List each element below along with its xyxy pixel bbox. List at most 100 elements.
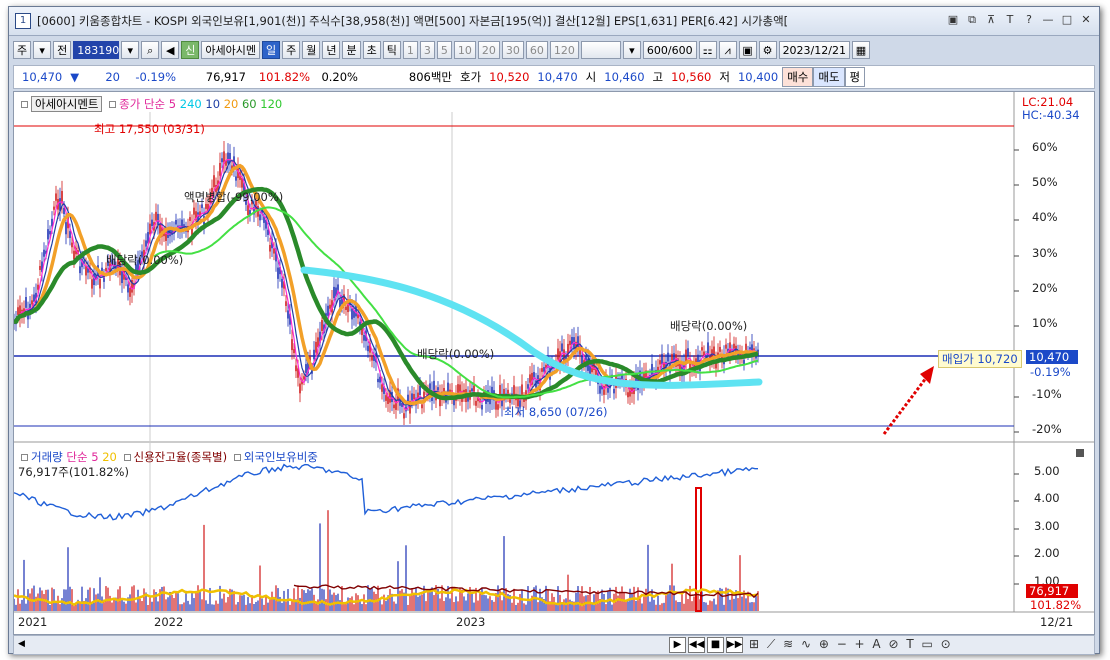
y-tick-40: 40% — [1032, 210, 1058, 224]
candle-body — [293, 349, 295, 354]
candle-body — [701, 347, 703, 351]
legend-ma-10[interactable]: 10 — [205, 97, 220, 111]
y-tick-30: 30% — [1032, 246, 1058, 260]
tab-minute[interactable]: 분 — [342, 41, 361, 59]
copy-window-icon[interactable]: ⧉ — [965, 13, 979, 27]
scroll-left-icon[interactable]: ◀ — [18, 639, 26, 649]
period-select[interactable]: 전 — [53, 41, 72, 59]
legend-vol-ma-5[interactable]: 5 — [91, 450, 98, 464]
tab-tick[interactable]: 틱 — [382, 41, 401, 59]
tab-second[interactable]: 초 — [362, 41, 381, 59]
stock-tab[interactable]: 아세아시멘트 — [31, 96, 103, 112]
close-icon[interactable]: ✕ — [1079, 13, 1093, 27]
legend-close[interactable]: 종가 — [119, 97, 140, 111]
legend-vol-ma-20[interactable]: 20 — [102, 450, 117, 464]
chart-scrollbar[interactable]: ◀ ▶ ◀◀ ■ ▶▶ ⊞ ⟋ ≋ ∿ ⊕ − + A ⊘ T ▭ ⊙ — [13, 635, 1095, 655]
sell-button[interactable]: 매도 — [813, 67, 845, 87]
open-price: 10,460 — [604, 70, 645, 84]
interval-3[interactable]: 3 — [419, 41, 435, 59]
legend-ma-5[interactable]: 5 — [169, 97, 176, 111]
indicator-icon[interactable]: ⩘ — [718, 41, 737, 59]
legend-square-icon — [109, 101, 117, 108]
interval-5[interactable]: 5 — [436, 41, 452, 59]
stock-name-field[interactable]: 아세아시멘 — [201, 41, 260, 59]
candle-body — [613, 388, 615, 394]
legend-credit[interactable]: 신용잔고율(종목별) — [134, 450, 228, 464]
legend-ma-type[interactable]: 단순 — [144, 97, 165, 111]
candle-body — [333, 286, 335, 299]
calendar-icon[interactable]: ▦ — [851, 41, 870, 59]
candle-body — [63, 207, 65, 215]
interval-20[interactable]: 20 — [477, 41, 500, 59]
tab-week[interactable]: 주 — [282, 41, 301, 59]
legend-ma-20[interactable]: 20 — [224, 97, 239, 111]
candle-body — [73, 250, 75, 260]
event-split: 액면병합(-99.00%) — [184, 190, 284, 204]
candle-body — [47, 229, 49, 240]
date-input[interactable]: 2023/12/21 — [778, 41, 850, 59]
legend-ma-60[interactable]: 60 — [242, 97, 257, 111]
font-icon[interactable]: T — [1003, 13, 1017, 27]
interval-custom-input[interactable] — [580, 41, 621, 59]
volume-current: 76,917주(101.82%) — [18, 465, 129, 479]
candle-body — [295, 365, 297, 372]
chart-area[interactable]: 아세아시멘트 종가 단순 5 240 10 20 60 120 LC:21.04… — [13, 91, 1095, 635]
drawing-tools[interactable]: ⊞ ⟋ ≋ ∿ ⊕ − + A ⊘ T ▭ ⊙ — [749, 637, 953, 652]
candle-body — [453, 399, 455, 406]
code-dropdown-icon[interactable]: ▾ — [121, 41, 140, 59]
candle-body — [471, 388, 473, 392]
price-change: 20 — [105, 70, 120, 84]
rewind-icon[interactable]: ◀◀ — [688, 637, 705, 653]
chart-canvas[interactable] — [14, 92, 1094, 634]
help-icon[interactable]: ? — [1022, 13, 1036, 27]
candle-body — [91, 279, 93, 289]
candle-body — [685, 349, 687, 362]
legend-ma-240[interactable]: 240 — [180, 97, 202, 111]
bar-count-input[interactable]: 600/600 — [642, 41, 697, 59]
window-number[interactable]: 1 — [15, 13, 31, 29]
candle-body — [175, 219, 177, 225]
save-icon[interactable]: ▣ — [738, 41, 757, 59]
buy-button[interactable]: 매수 — [782, 67, 814, 87]
stop-icon[interactable]: ■ — [707, 637, 724, 653]
tab-year[interactable]: 년 — [322, 41, 341, 59]
interval-30[interactable]: 30 — [501, 41, 524, 59]
play-icon[interactable]: ▶ — [669, 637, 686, 653]
x-label-2023: 2023 — [456, 615, 486, 629]
candle-body — [475, 400, 477, 406]
maximize-icon[interactable]: □ — [1060, 13, 1074, 27]
candle-body — [247, 205, 249, 216]
toolbar: 주 ▾ 전 183190 ▾ ⌕ ◀ 신 아세아시멘 일 주 월 년 분 초 틱… — [9, 37, 1103, 63]
candle-body — [287, 310, 289, 319]
minimize-icon[interactable]: — — [1041, 13, 1055, 27]
gear-icon[interactable]: ⚙ — [758, 41, 777, 59]
candle-body — [99, 278, 101, 289]
chevron-down-icon[interactable]: ▾ — [33, 41, 52, 59]
interval-10[interactable]: 10 — [453, 41, 476, 59]
stock-code-input[interactable]: 183190 — [73, 41, 120, 59]
legend-vol-ma-type[interactable]: 단순 — [66, 450, 87, 464]
fast-forward-icon[interactable]: ▶▶ — [726, 637, 743, 653]
turnover-percent: 0.20% — [321, 70, 358, 84]
legend-foreign[interactable]: 외국인보유비중 — [244, 450, 318, 464]
candle-body — [327, 305, 329, 316]
candle-body — [687, 348, 689, 356]
legend-ma-120[interactable]: 120 — [260, 97, 282, 111]
screen-icon[interactable]: ▣ — [946, 13, 960, 27]
tab-month[interactable]: 월 — [302, 41, 321, 59]
speaker-icon[interactable]: ◀ — [161, 41, 180, 59]
ask-price: 10,520 — [489, 70, 530, 84]
eval-button[interactable]: 평 — [844, 67, 866, 87]
pin-icon[interactable]: ⊼ — [984, 13, 998, 27]
tab-day[interactable]: 일 — [261, 41, 281, 59]
new-stock-button[interactable]: 신 — [181, 41, 200, 59]
search-icon[interactable]: ⌕ — [141, 41, 160, 59]
interval-1[interactable]: 1 — [402, 41, 418, 59]
interval-dropdown-icon[interactable]: ▾ — [622, 41, 641, 59]
interval-120[interactable]: 120 — [549, 41, 579, 59]
candle-body — [599, 385, 601, 394]
market-type-select[interactable]: 주 — [13, 41, 32, 59]
legend-volume[interactable]: 거래량 — [31, 450, 63, 464]
interval-60[interactable]: 60 — [525, 41, 548, 59]
chart-type-icon[interactable]: ⚏ — [698, 41, 717, 59]
